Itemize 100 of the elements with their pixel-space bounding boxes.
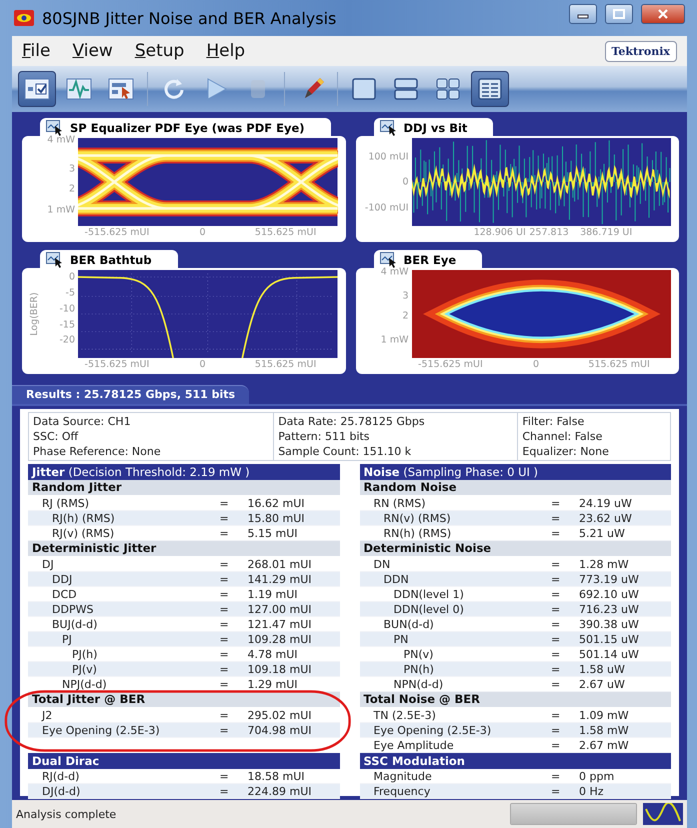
info-text: Phase Reference: None bbox=[33, 444, 162, 459]
section-header: SSC Modulation bbox=[360, 753, 671, 769]
metric-label: RN (RMS) bbox=[372, 496, 427, 510]
metric-value: 2.67 uW bbox=[579, 678, 626, 690]
metric-label: Magnitude bbox=[372, 770, 433, 782]
metric-label: PJ(h) bbox=[71, 648, 98, 660]
metric-value: 127.00 mUI bbox=[248, 602, 312, 616]
metric-value: 501.15 uW bbox=[579, 632, 640, 646]
group-title: Random Noise bbox=[360, 480, 671, 496]
metric-label: DCD bbox=[51, 588, 78, 600]
metric-value: 1.09 mW bbox=[579, 708, 630, 722]
metric-value: 1.28 mW bbox=[579, 558, 630, 570]
panel-title: DDJ vs Bit bbox=[404, 121, 468, 135]
group-title: Deterministic Jitter bbox=[28, 541, 340, 557]
app-icon bbox=[14, 10, 34, 26]
equals-sign: = bbox=[220, 648, 230, 660]
equals-sign: = bbox=[220, 784, 230, 798]
axis-tick: 3 bbox=[68, 163, 75, 174]
window-title: 80SJNB Jitter Noise and BER Analysis bbox=[42, 8, 338, 28]
metric-value: 1.19 mUI bbox=[248, 588, 298, 600]
equals-sign: = bbox=[551, 512, 562, 524]
equals-sign: = bbox=[220, 588, 230, 600]
menu-item[interactable]: Setup bbox=[134, 41, 184, 61]
results-tab[interactable]: Results : 25.78125 Gbps, 511 bits bbox=[12, 385, 250, 404]
metric-value: 704.98 mUI bbox=[248, 724, 312, 736]
axis-tick: 0 bbox=[533, 359, 540, 370]
axis-tick: -100 mUI bbox=[364, 202, 408, 214]
metric-label: PN bbox=[392, 632, 410, 646]
metric-label: PJ(v) bbox=[71, 662, 98, 676]
brand-logo: Tektronix bbox=[604, 40, 677, 62]
metric-label: DDJ bbox=[51, 572, 74, 586]
metric-value: 109.28 mUI bbox=[248, 632, 312, 646]
metric-label: DN bbox=[372, 558, 392, 570]
axis-tick: 4 mW bbox=[47, 134, 75, 146]
info-text: Filter: False bbox=[522, 414, 586, 429]
panel-title: BER Eye bbox=[404, 253, 456, 267]
metric-label: DDPWS bbox=[51, 602, 94, 616]
metric-value: 501.14 uW bbox=[579, 648, 640, 660]
metric-label: DJ(d-d) bbox=[41, 784, 82, 798]
minimize-button[interactable] bbox=[569, 4, 597, 24]
axis-tick: 386.719 UI bbox=[580, 227, 632, 238]
equals-sign: = bbox=[220, 678, 230, 690]
axis-tick: 2 bbox=[402, 310, 408, 322]
maximize-button[interactable] bbox=[605, 4, 633, 24]
metric-value: 295.02 mUI bbox=[248, 708, 312, 722]
metric-label: PN(h) bbox=[402, 662, 435, 676]
axis-tick: -515.625 mUI bbox=[418, 359, 483, 370]
axis-tick: 4 mW bbox=[380, 266, 408, 278]
metric-value: 121.47 mUI bbox=[248, 618, 312, 630]
toolbar-button[interactable] bbox=[18, 71, 56, 107]
metric-value: 0 Hz bbox=[579, 784, 605, 798]
metric-label: Eye Amplitude bbox=[372, 738, 455, 752]
metric-value: 5.21 uW bbox=[579, 526, 626, 540]
menu-item[interactable]: File bbox=[22, 41, 50, 61]
menu-item[interactable]: View bbox=[72, 41, 113, 61]
menu-item[interactable]: Help bbox=[206, 41, 246, 61]
equals-sign: = bbox=[551, 618, 562, 630]
equals-sign: = bbox=[551, 784, 562, 798]
axis-tick: -5 bbox=[66, 287, 75, 298]
metric-value: 2.67 mW bbox=[579, 738, 630, 752]
axis-tick: 0 bbox=[68, 272, 75, 283]
close-button[interactable] bbox=[641, 4, 685, 24]
toolbar-button[interactable] bbox=[471, 71, 509, 107]
group-title: Total Noise @ BER bbox=[360, 692, 671, 708]
section-header: Jitter (Decision Threshold: 2.19 mW ) bbox=[28, 464, 340, 480]
info-text: SSC: Off bbox=[33, 429, 80, 444]
metric-value: 1.58 uW bbox=[579, 662, 626, 676]
equals-sign: = bbox=[551, 708, 562, 722]
metric-label: BUJ(d-d) bbox=[51, 618, 98, 630]
equals-sign: = bbox=[551, 678, 562, 690]
checklist-icon bbox=[23, 76, 51, 102]
equals-sign: = bbox=[220, 724, 230, 736]
metric-label: RN(v) (RMS) bbox=[382, 512, 452, 524]
axis-tick: 3 bbox=[402, 290, 408, 302]
equals-sign: = bbox=[551, 572, 562, 586]
metric-value: 692.10 uW bbox=[579, 588, 640, 600]
equals-sign: = bbox=[220, 632, 230, 646]
panel-title: SP Equalizer PDF Eye (was PDF Eye) bbox=[70, 121, 305, 135]
chart-pointer-icon bbox=[380, 252, 398, 268]
axis-tick: 1 mW bbox=[380, 334, 408, 346]
equals-sign: = bbox=[551, 588, 562, 600]
axis-tick: 128.906 UI bbox=[474, 227, 526, 238]
metric-label: BUN(d-d) bbox=[382, 618, 435, 630]
metric-label: PN(v) bbox=[402, 648, 434, 660]
equals-sign: = bbox=[551, 602, 562, 616]
wave-icon bbox=[643, 803, 683, 825]
metric-label: DDN(level 1) bbox=[392, 588, 465, 600]
chart-pointer-icon bbox=[46, 252, 64, 268]
metric-value: 5.15 mUI bbox=[248, 526, 298, 540]
axis-tick: -15 bbox=[59, 319, 75, 330]
table-icon bbox=[476, 76, 504, 102]
axis-tick: 1 mW bbox=[47, 204, 75, 216]
axis-tick: -10 bbox=[59, 303, 75, 314]
equals-sign: = bbox=[551, 526, 562, 540]
metric-value: 1.58 mW bbox=[579, 724, 630, 736]
metric-value: 4.78 mUI bbox=[248, 648, 298, 660]
grid-icon bbox=[434, 76, 462, 102]
metric-label: DDN bbox=[382, 572, 410, 586]
pointer-icon bbox=[107, 76, 135, 102]
equals-sign: = bbox=[220, 572, 230, 586]
